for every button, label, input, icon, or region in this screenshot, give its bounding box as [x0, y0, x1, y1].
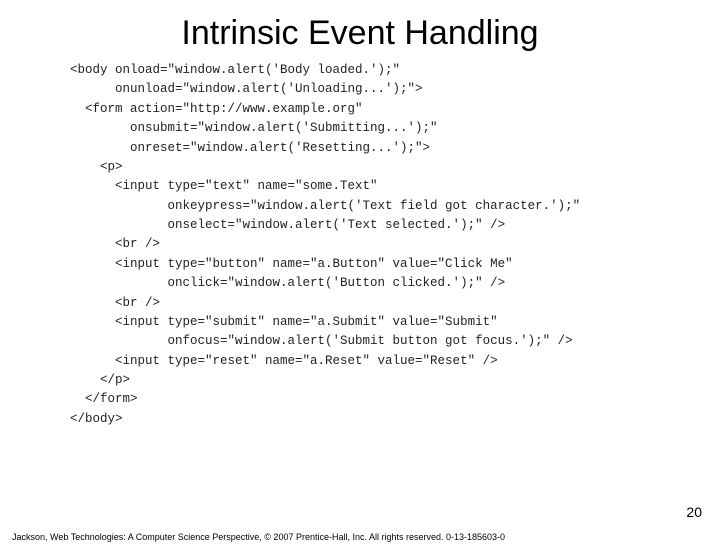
- code-example: <body onload="window.alert('Body loaded.…: [70, 61, 720, 429]
- slide-title: Intrinsic Event Handling: [0, 14, 720, 53]
- page-number: 20: [686, 504, 702, 520]
- slide: Intrinsic Event Handling <body onload="w…: [0, 14, 720, 554]
- footer-text: Jackson, Web Technologies: A Computer Sc…: [12, 532, 505, 542]
